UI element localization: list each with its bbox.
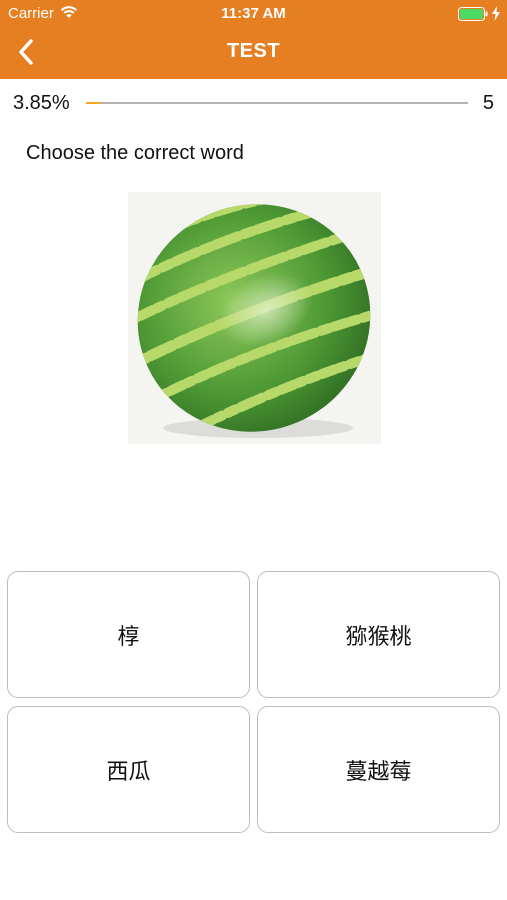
progress-fill [86, 102, 101, 104]
answer-option-2[interactable]: 猕猴桃 [257, 571, 500, 698]
question-prompt: Choose the correct word [26, 142, 244, 164]
battery-icon [458, 7, 488, 21]
progress-row: 3.85% 5 [0, 84, 507, 124]
charging-bolt-icon [492, 6, 500, 21]
answer-option-1[interactable]: 椁 [7, 571, 250, 698]
clock: 11:37 AM [221, 5, 286, 22]
page-title: TEST [226, 40, 281, 62]
question-image [128, 192, 381, 444]
watermelon-image [128, 192, 381, 444]
progress-percent: 3.85% [13, 92, 70, 114]
answer-option-4[interactable]: 蔓越莓 [257, 706, 500, 833]
top-bar: Carrier 11:37 AM TEST [0, 0, 507, 79]
status-bar: Carrier 11:37 AM [0, 0, 507, 28]
answer-option-3[interactable]: 西瓜 [7, 706, 250, 833]
progress-total: 5 [482, 92, 494, 114]
progress-bar [86, 102, 468, 104]
